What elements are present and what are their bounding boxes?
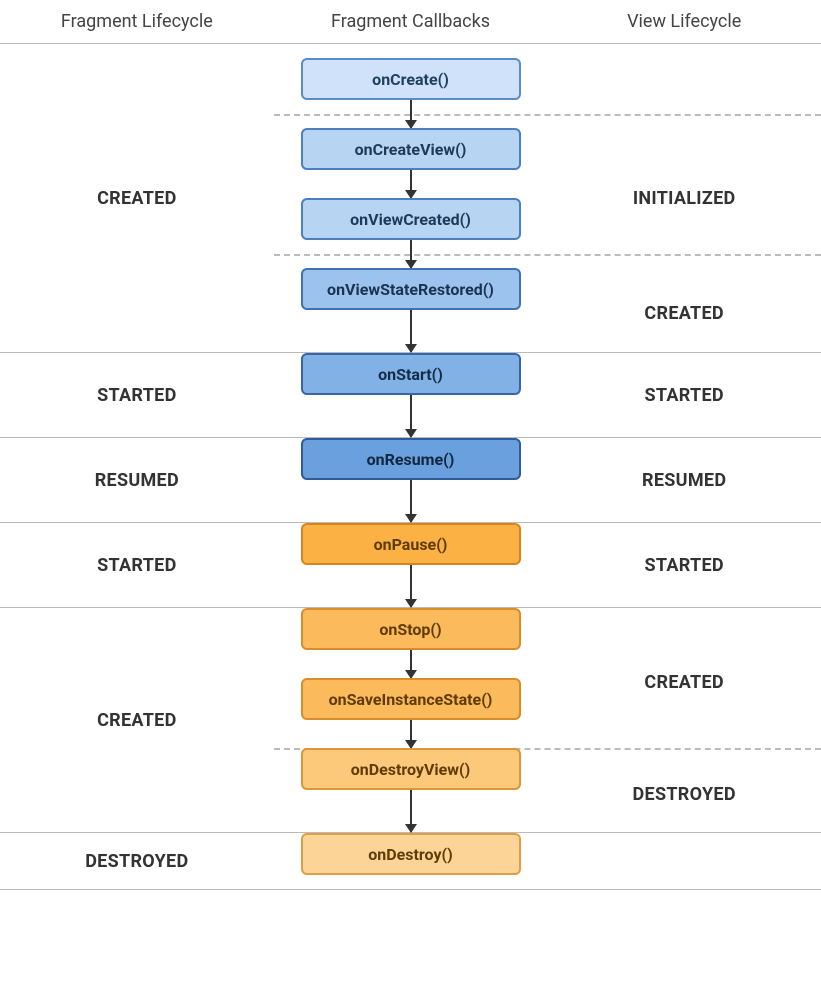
view-state-cell: STARTED [547,523,821,607]
arrow-down-icon [410,480,412,522]
lifecycle-row: STARTED onPause() STARTED [0,523,821,608]
view-state-subcell: CREATED [547,608,821,757]
callback-box: onCreateView() [301,128,521,170]
view-state-label: CREATED [644,303,724,324]
fragment-state-cell: STARTED [0,353,274,437]
lifecycle-row: CREATED onStop() onSaveInstanceState() onDe… [0,608,821,833]
arrow-down-icon [410,240,412,268]
lifecycle-row: RESUMED onResume() RESUMED [0,438,821,523]
callbacks-cell: onStart() [274,353,548,437]
view-state-label: DESTROYED [633,784,736,805]
arrow-down-icon [410,720,412,748]
view-state-subcell: CREATED [547,275,821,352]
view-state-subcell: RESUMED [547,438,821,522]
view-state-label: INITIALIZED [633,188,736,209]
fragment-state-cell: STARTED [0,523,274,607]
header-fragment-lifecycle: Fragment Lifecycle [0,11,274,32]
arrow-down-icon [410,650,412,678]
view-state-label: STARTED [644,385,723,406]
callbacks-cell: onDestroy() [274,833,548,889]
arrow-down-icon [410,310,412,352]
lifecycle-row: CREATED onCreate() onCreateView() onViewCre… [0,44,821,353]
fragment-state-label: CREATED [97,188,177,209]
view-state-subcell [547,833,821,889]
view-state-subcell: STARTED [547,353,821,437]
view-state-cell: CREATED DESTROYED [547,608,821,832]
callback-box: onResume() [301,438,521,480]
callbacks-cell: onResume() [274,438,548,522]
fragment-state-label: CREATED [97,710,177,731]
view-state-label: RESUMED [642,470,726,491]
arrow-down-icon [410,565,412,607]
view-state-cell [547,833,821,889]
arrow-down-icon [410,395,412,437]
view-state-label: CREATED [644,672,724,693]
view-state-subcell: INITIALIZED [547,121,821,275]
fragment-state-label: RESUMED [95,470,179,491]
callbacks-cell: onPause() [274,523,548,607]
lifecycle-row: STARTED onStart() STARTED [0,353,821,438]
fragment-state-label: STARTED [97,385,176,406]
view-state-subcell: STARTED [547,523,821,607]
callbacks-cell: onStop() onSaveInstanceState() onDestroyVi… [274,608,548,832]
callback-box: onDestroy() [301,833,521,875]
fragment-state-label: STARTED [97,555,176,576]
callback-box: onViewCreated() [301,198,521,240]
arrow-down-icon [410,100,412,128]
arrow-down-icon [410,790,412,832]
view-state-subcell: DESTROYED [547,757,821,832]
lifecycle-row: DESTROYED onDestroy() [0,833,821,890]
view-state-subcell [547,44,821,121]
header-row: Fragment Lifecycle Fragment Callbacks Vi… [0,0,821,44]
callback-box: onStart() [301,353,521,395]
callback-box: onDestroyView() [301,748,521,790]
callback-box: onCreate() [301,58,521,100]
lifecycle-diagram: Fragment Lifecycle Fragment Callbacks Vi… [0,0,821,890]
callback-box: onViewStateRestored() [301,268,521,310]
header-fragment-callbacks: Fragment Callbacks [274,11,548,32]
view-state-cell: RESUMED [547,438,821,522]
fragment-state-cell: CREATED [0,44,274,352]
fragment-state-cell: CREATED [0,608,274,832]
view-state-cell: INITIALIZED CREATED [547,44,821,352]
fragment-state-cell: DESTROYED [0,833,274,889]
callback-box: onPause() [301,523,521,565]
view-state-label: STARTED [644,555,723,576]
callbacks-cell: onCreate() onCreateView() onViewCreated() o… [274,44,548,352]
callback-box: onStop() [301,608,521,650]
fragment-state-cell: RESUMED [0,438,274,522]
callback-box: onSaveInstanceState() [301,678,521,720]
view-state-cell: STARTED [547,353,821,437]
header-view-lifecycle: View Lifecycle [547,11,821,32]
arrow-down-icon [410,170,412,198]
fragment-state-label: DESTROYED [85,851,188,872]
